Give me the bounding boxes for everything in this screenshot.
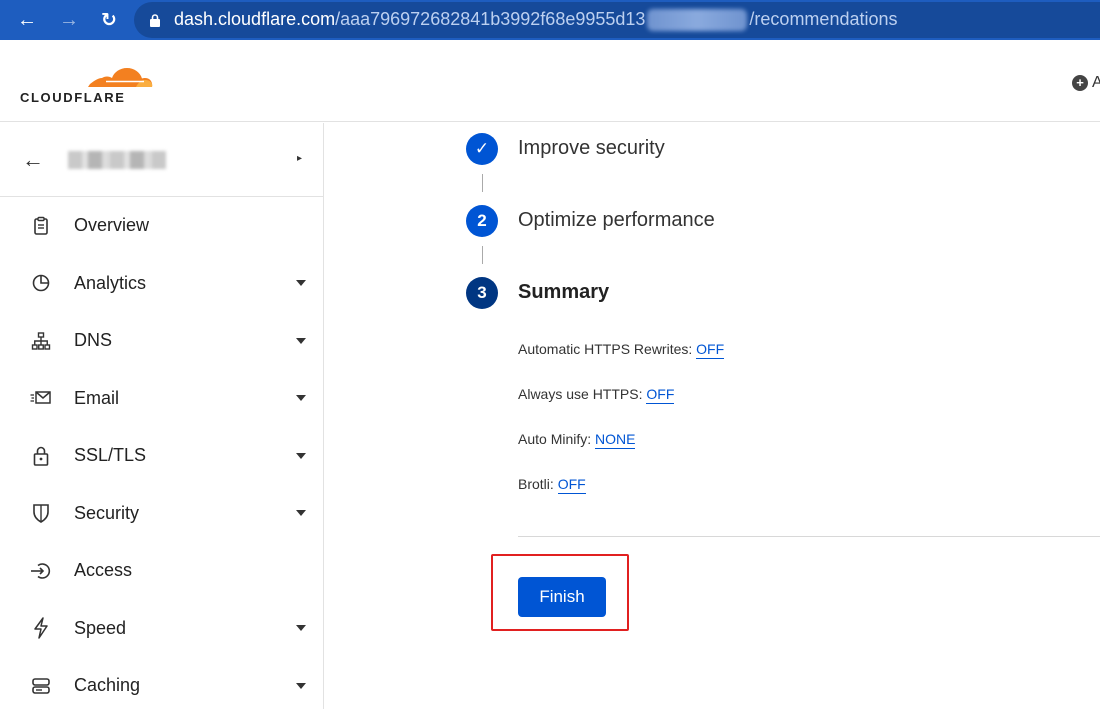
caret-down-icon[interactable] xyxy=(296,510,306,517)
caret-down-icon[interactable] xyxy=(296,625,306,632)
caret-down-icon[interactable] xyxy=(296,452,306,459)
summary-label: Always use HTTPS: xyxy=(518,386,647,402)
sidebar-item-dns[interactable]: DNS xyxy=(0,312,323,370)
browser-reload-button[interactable]: ↻ xyxy=(96,7,122,33)
url-path-end: /recommendations xyxy=(749,8,898,29)
add-site-icon[interactable]: + xyxy=(1072,75,1088,91)
sidebar-item-security[interactable]: Security xyxy=(0,485,323,543)
sidebar-item-email[interactable]: Email xyxy=(0,370,323,428)
caret-down-icon[interactable] xyxy=(296,280,306,287)
access-icon xyxy=(30,560,52,582)
setting-value-link[interactable]: NONE xyxy=(595,431,636,449)
sidebar-item-label: Speed xyxy=(74,617,127,638)
step-complete-check-icon: ✓ xyxy=(466,133,498,165)
sidebar-item-label: Overview xyxy=(74,215,150,236)
summary-brotli: Brotli: OFF xyxy=(518,476,586,494)
sidebar-item-analytics[interactable]: Analytics xyxy=(0,255,323,313)
envelope-icon xyxy=(30,387,52,409)
app-header: CLOUDFLARE + A xyxy=(0,40,1100,122)
clipboard-icon xyxy=(30,215,52,237)
step-label-improve-security: Improve security xyxy=(518,137,665,159)
lock-icon xyxy=(150,13,160,27)
browser-forward-button[interactable]: → xyxy=(56,7,82,33)
url-path-start: /aaa796972682841b3992f68e9955d13 xyxy=(335,8,646,29)
setting-value-link[interactable]: OFF xyxy=(646,386,675,404)
pie-chart-icon xyxy=(30,272,52,294)
add-site-label[interactable]: A xyxy=(1092,74,1100,92)
sidebar-item-label: Email xyxy=(74,387,120,408)
caret-down-icon[interactable] xyxy=(296,395,306,402)
lightning-icon xyxy=(30,617,52,639)
sidebar-item-access[interactable]: Access xyxy=(0,542,323,600)
sidebar-item-label: Analytics xyxy=(74,272,147,293)
browser-back-button[interactable]: ← xyxy=(14,7,40,33)
finish-button[interactable]: Finish xyxy=(518,577,606,617)
lock-icon xyxy=(30,445,52,467)
sidebar-item-ssl-tls[interactable]: SSL/TLS xyxy=(0,427,323,485)
network-icon xyxy=(30,330,52,352)
shield-icon xyxy=(30,502,52,524)
sidebar-item-label: SSL/TLS xyxy=(74,445,147,466)
step-connector xyxy=(482,246,483,264)
step-number-badge: 3 xyxy=(466,277,498,309)
step-number-badge: 2 xyxy=(466,205,498,237)
summary-auto-minify: Auto Minify: NONE xyxy=(518,431,636,449)
setting-value-link[interactable]: OFF xyxy=(557,476,586,494)
step-connector xyxy=(482,174,483,192)
sidebar-item-label: Caching xyxy=(74,675,141,696)
sidebar-item-label: DNS xyxy=(74,330,113,351)
sidebar-item-label: Access xyxy=(74,560,133,581)
back-arrow-icon[interactable]: ← xyxy=(22,147,44,173)
zone-selector[interactable]: ← ▸ xyxy=(0,123,323,197)
summary-https-rewrites: Automatic HTTPS Rewrites: OFF xyxy=(518,341,725,359)
caret-down-icon[interactable] xyxy=(296,337,306,344)
cloudflare-logo[interactable]: CLOUDFLARE xyxy=(20,56,160,105)
summary-label: Auto Minify: xyxy=(518,431,596,447)
sidebar-item-speed[interactable]: Speed xyxy=(0,600,323,658)
summary-label: Brotli: xyxy=(518,476,558,492)
url-host: dash.cloudflare.com xyxy=(174,8,336,29)
browser-toolbar: ← → ↻ dash.cloudflare.com/aaa79697268284… xyxy=(0,0,1100,40)
summary-always-https: Always use HTTPS: OFF xyxy=(518,386,675,404)
sidebar: ← ▸ Overview Analytics DNS Email SSL/TLS… xyxy=(0,123,324,709)
step-label-optimize-performance: Optimize performance xyxy=(518,209,715,231)
sidebar-item-caching[interactable]: Caching xyxy=(0,657,323,715)
chevron-right-icon[interactable]: ▸ xyxy=(297,153,302,164)
logo-wordmark: CLOUDFLARE xyxy=(20,90,126,105)
caret-down-icon[interactable] xyxy=(296,682,306,689)
sidebar-item-overview[interactable]: Overview xyxy=(0,197,323,255)
zone-name-redacted xyxy=(68,151,166,169)
storage-icon xyxy=(30,675,52,697)
recommendations-panel: ✓ Improve security 2 Optimize performanc… xyxy=(325,123,1100,709)
url-text: dash.cloudflare.com/aaa796972682841b3992… xyxy=(174,8,898,32)
address-bar[interactable]: dash.cloudflare.com/aaa796972682841b3992… xyxy=(134,2,1100,38)
url-redacted-segment xyxy=(647,9,748,32)
divider xyxy=(518,536,1100,537)
setting-value-link[interactable]: OFF xyxy=(696,341,725,359)
summary-label: Automatic HTTPS Rewrites: xyxy=(518,341,697,357)
sidebar-item-label: Security xyxy=(74,502,140,523)
cloud-logo-icon xyxy=(88,68,153,87)
step-label-summary: Summary xyxy=(518,281,610,303)
